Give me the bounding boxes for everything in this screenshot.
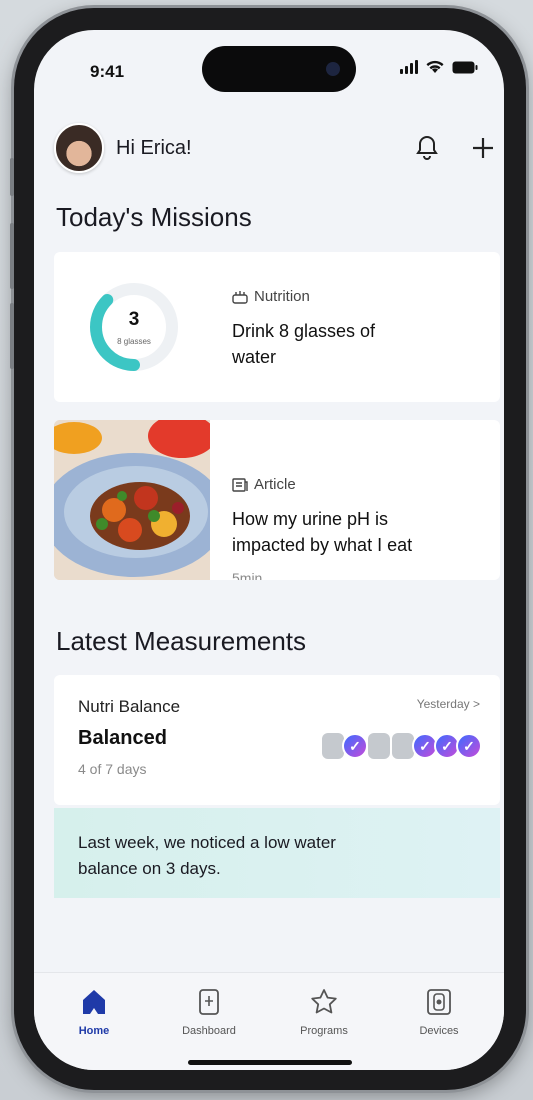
notice-line1: Last week, we noticed a low water — [78, 833, 336, 852]
measurement-label: Nutri Balance — [78, 697, 181, 716]
home-icon — [83, 990, 105, 1014]
bell-icon[interactable] — [416, 135, 438, 161]
tab-dashboard[interactable]: Dashboard — [159, 985, 259, 1037]
star-icon — [311, 989, 337, 1014]
check-day-icon: ✓ — [342, 733, 368, 759]
week-indicator: ✓ ✓ ✓ ✓ — [322, 733, 482, 759]
article-title: How my urine pH is impacted by what I ea… — [232, 506, 412, 558]
water-goal: 8 glasses — [117, 337, 151, 346]
water-mission-title: Drink 8 glasses of water — [232, 318, 375, 370]
device-icon — [427, 989, 451, 1015]
status-time: 9:41 — [90, 62, 125, 81]
dynamic-island — [202, 46, 356, 92]
article-card[interactable]: Article How my urine pH is impacted by w… — [54, 420, 500, 580]
home-indicator[interactable] — [188, 1060, 352, 1065]
article-tag: Article — [232, 476, 296, 493]
water-progress: 3 8 glasses — [54, 252, 214, 402]
header-actions — [416, 135, 494, 161]
empty-day-marker — [368, 733, 390, 759]
missions-title: Today's Missions — [56, 202, 252, 232]
nutrition-tag: Nutrition — [232, 288, 310, 305]
check-day-icon: ✓ — [456, 733, 482, 759]
signal-icon — [400, 60, 418, 74]
app-header: Hi Erica! — [54, 120, 494, 176]
water-title-line2: water — [232, 347, 277, 367]
tab-bar: Home Dashboard Programs Devices — [34, 972, 504, 1070]
tab-devices[interactable]: Devices — [389, 985, 489, 1037]
status-icons — [400, 60, 478, 74]
volume-down-button — [10, 303, 14, 369]
yesterday-link[interactable]: Yesterday > — [417, 697, 480, 711]
water-title-line1: Drink 8 glasses of — [232, 321, 376, 341]
greeting: Hi Erica! — [116, 136, 192, 159]
empty-day-marker — [392, 733, 414, 759]
camera-icon — [326, 62, 340, 76]
measurement-days: 4 of 7 days — [78, 761, 147, 777]
volume-up-button — [10, 223, 14, 289]
nutrition-icon — [232, 290, 248, 304]
food-bowl-image — [54, 420, 210, 580]
notice-line2: balance on 3 days. — [78, 859, 221, 878]
nutrition-tag-label: Nutrition — [254, 288, 310, 305]
tab-home-label: Home — [78, 1025, 110, 1037]
article-title-line1: How my urine pH is — [232, 509, 389, 529]
tab-programs[interactable]: Programs — [274, 985, 374, 1037]
article-title-line2: impacted by what I eat — [232, 535, 413, 555]
dashboard-icon — [199, 989, 219, 1015]
battery-icon — [452, 61, 478, 73]
tab-devices-label: Devices — [419, 1025, 459, 1037]
water-mission-card[interactable]: 3 8 glasses Nutrition Drink 8 glasses of… — [54, 252, 500, 402]
nutri-balance-card[interactable]: Nutri Balance Balanced 4 of 7 days Yeste… — [54, 675, 500, 805]
water-count: 3 — [128, 309, 140, 330]
measurements-title: Latest Measurements — [56, 626, 307, 656]
empty-day-marker — [322, 733, 344, 759]
measurement-value: Balanced — [78, 727, 167, 749]
tab-home[interactable]: Home — [44, 985, 144, 1037]
article-tag-label: Article — [254, 476, 296, 493]
article-icon — [232, 477, 248, 492]
tab-dashboard-label: Dashboard — [182, 1025, 236, 1037]
article-duration: 5min — [232, 570, 263, 580]
water-notice: Last week, we noticed a low water balanc… — [54, 808, 500, 898]
wifi-icon — [426, 60, 444, 73]
tab-programs-label: Programs — [300, 1025, 348, 1037]
avatar[interactable] — [54, 123, 104, 173]
add-icon[interactable] — [472, 137, 494, 159]
app-screen: 9:41 Hi Erica! Today's Missions 3 8 glas… — [34, 30, 504, 1070]
action-button — [10, 158, 14, 196]
